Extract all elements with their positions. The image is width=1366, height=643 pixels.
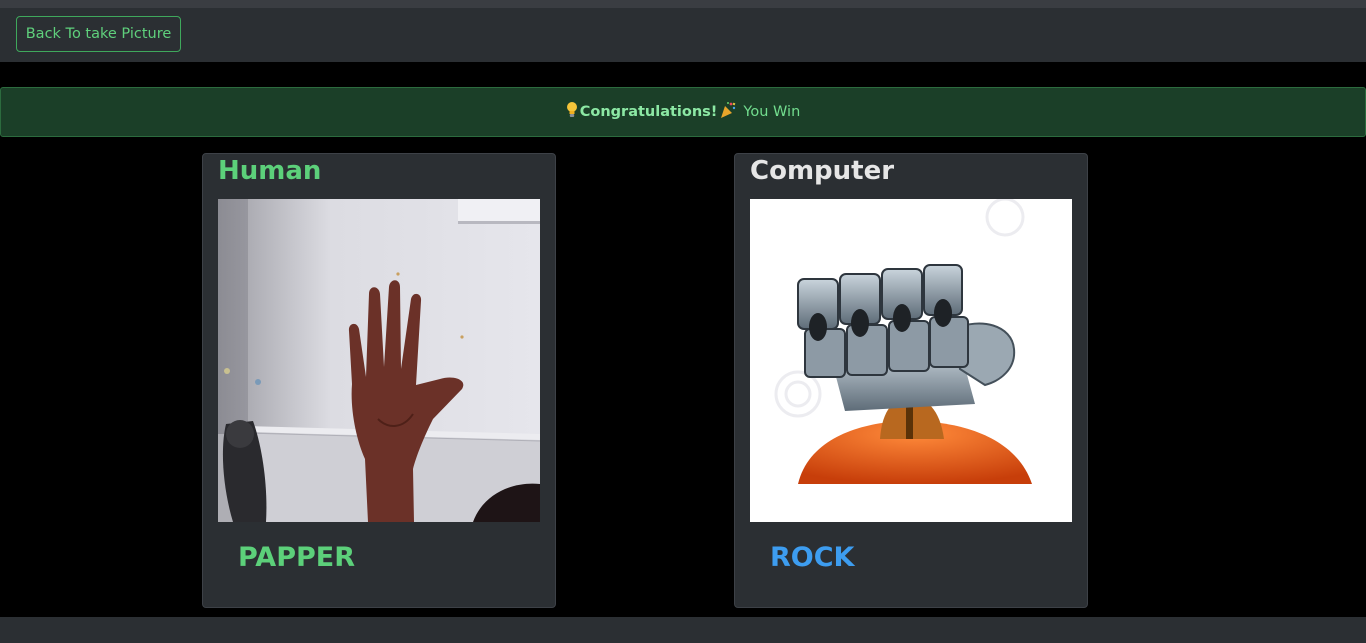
human-photo (218, 199, 540, 522)
top-navbar: Back To take Picture (0, 8, 1366, 62)
top-strip (0, 0, 1366, 8)
open-hand-photo (218, 199, 540, 522)
win-alert: Congratulations! You Win (0, 87, 1366, 137)
back-to-take-picture-button[interactable]: Back To take Picture (16, 16, 181, 52)
human-choice: PAPPER (238, 542, 356, 573)
lightbulb-icon (566, 101, 578, 123)
party-popper-icon (719, 101, 737, 123)
human-card: Human PAPPER (202, 153, 556, 608)
computer-card-title: Computer (750, 156, 895, 186)
robot-fist-rock-image (750, 199, 1072, 522)
bottom-bar (0, 617, 1366, 643)
human-card-title: Human (218, 156, 322, 186)
alert-title: Congratulations! (579, 104, 718, 120)
computer-photo (750, 199, 1072, 522)
alert-message: You Win (743, 104, 801, 120)
computer-card: Computer ROCK (734, 153, 1088, 608)
computer-choice: ROCK (770, 542, 855, 573)
